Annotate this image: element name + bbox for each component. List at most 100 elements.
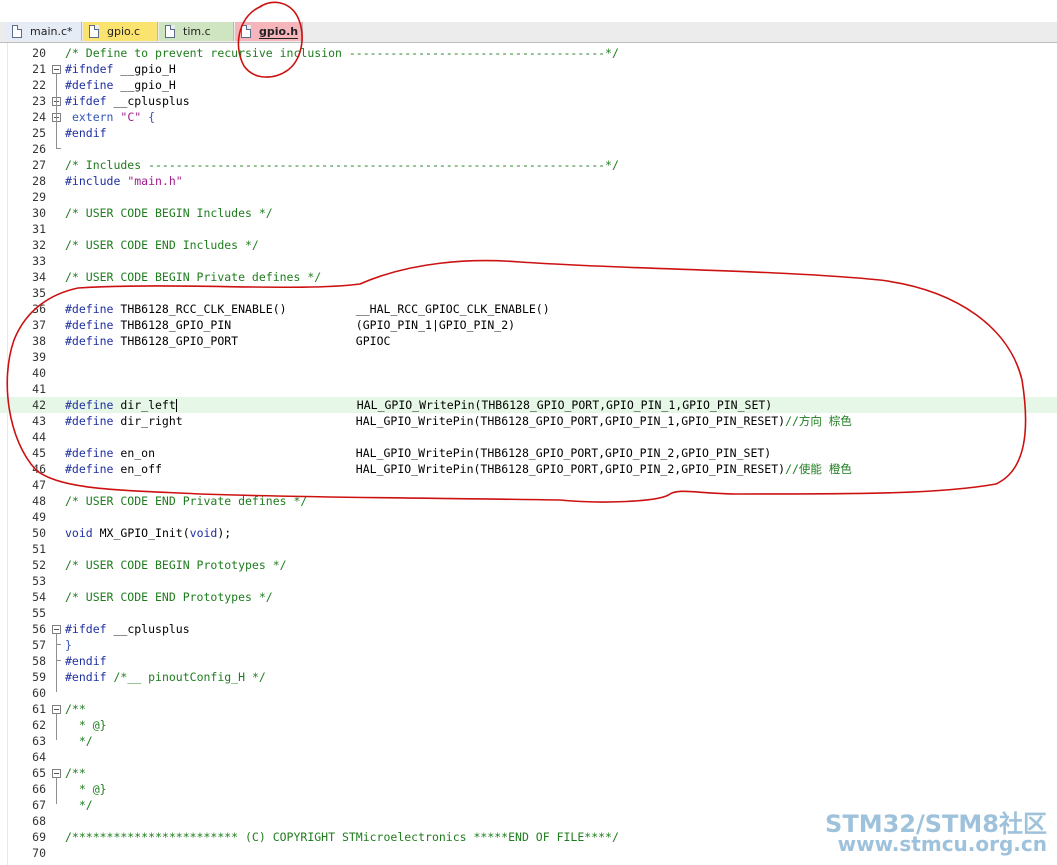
line-number: 51: [32, 542, 46, 556]
line-number: 44: [32, 430, 46, 444]
code-line[interactable]: 55: [0, 605, 1057, 621]
code-line[interactable]: 64: [0, 749, 1057, 765]
code-line[interactable]: 23 #ifdef __cplusplus: [0, 93, 1057, 109]
line-number: 21: [32, 62, 46, 76]
code-line[interactable]: 22 #define __gpio_H: [0, 77, 1057, 93]
code-text: /* USER CODE BEGIN Private defines */: [65, 270, 322, 284]
code-line[interactable]: 33: [0, 253, 1057, 269]
code-line[interactable]: 51: [0, 541, 1057, 557]
code-line[interactable]: 48 /* USER CODE END Private defines */: [0, 493, 1057, 509]
code-text: /* USER CODE END Private defines */: [65, 494, 308, 508]
line-number: 62: [32, 718, 46, 732]
tab-label: tim.c: [183, 25, 211, 38]
code-editor[interactable]: 20 /* Define to prevent recursive inclusi…: [0, 45, 1057, 861]
tab-gpio-h-active[interactable]: gpio.h: [235, 22, 303, 41]
tab-tim-c[interactable]: tim.c: [159, 22, 234, 41]
code-line[interactable]: 20 /* Define to prevent recursive inclusi…: [0, 45, 1057, 61]
code-line[interactable]: 58 #endif: [0, 653, 1057, 669]
code-line[interactable]: 47: [0, 477, 1057, 493]
code-line[interactable]: 25 #endif: [0, 125, 1057, 141]
code-line[interactable]: 27 /* Includes --------------------------…: [0, 157, 1057, 173]
code-line[interactable]: 52 /* USER CODE BEGIN Prototypes */: [0, 557, 1057, 573]
fold-toggle-icon[interactable]: [52, 65, 61, 74]
line-number: 38: [32, 334, 46, 348]
line-number: 24: [32, 110, 46, 124]
code-text: #ifndef __gpio_H: [65, 62, 176, 76]
code-line[interactable]: 32 /* USER CODE END Includes */: [0, 237, 1057, 253]
line-number: 26: [32, 142, 46, 156]
code-line[interactable]: 24 extern "C" {: [0, 109, 1057, 125]
fold-range-bar: [56, 778, 57, 804]
code-line[interactable]: 59 #endif /*__ pinoutConfig_H */: [0, 669, 1057, 685]
code-line[interactable]: 66 * @}: [0, 781, 1057, 797]
code-line[interactable]: 65 /**: [0, 765, 1057, 781]
code-line[interactable]: 35: [0, 285, 1057, 301]
code-text: #define en_off HAL_GPIO_WritePin(THB6128…: [65, 462, 852, 476]
code-line[interactable]: 56 #ifdef __cplusplus: [0, 621, 1057, 637]
line-number: 59: [32, 670, 46, 684]
code-line[interactable]: 41: [0, 381, 1057, 397]
line-number: 36: [32, 302, 46, 316]
file-icon: [241, 25, 251, 38]
code-line[interactable]: 49: [0, 509, 1057, 525]
line-number: 69: [32, 830, 46, 844]
code-text: extern "C" {: [71, 110, 156, 124]
code-line[interactable]: 45 #define en_on HAL_GPIO_WritePin(THB612…: [0, 445, 1057, 461]
line-number: 29: [32, 190, 46, 204]
code-text: #ifdef __cplusplus: [65, 622, 190, 636]
code-line[interactable]: 46 #define en_off HAL_GPIO_WritePin(THB61…: [0, 461, 1057, 477]
line-number: 49: [32, 510, 46, 524]
fold-toggle-icon[interactable]: [52, 625, 61, 634]
code-line[interactable]: 36 #define THB6128_RCC_CLK_ENABLE() __HAL…: [0, 301, 1057, 317]
code-line[interactable]: 26: [0, 141, 1057, 157]
code-line[interactable]: 37 #define THB6128_GPIO_PIN (GPIO_PIN_1|G…: [0, 317, 1057, 333]
code-line[interactable]: 28 #include "main.h": [0, 173, 1057, 189]
code-line[interactable]: 38 #define THB6128_GPIO_PORT GPIOC: [0, 333, 1057, 349]
fold-toggle-icon[interactable]: [52, 705, 61, 714]
code-text: #endif: [65, 126, 107, 140]
line-number: 48: [32, 494, 46, 508]
watermark-url: www.stmcu.org.cn: [837, 832, 1047, 856]
tab-label: gpio.h: [259, 24, 299, 39]
line-number: 64: [32, 750, 46, 764]
code-line[interactable]: 62 * @}: [0, 717, 1057, 733]
line-number: 45: [32, 446, 46, 460]
code-line[interactable]: 40: [0, 365, 1057, 381]
line-number: 41: [32, 382, 46, 396]
code-line[interactable]: 29: [0, 189, 1057, 205]
code-line[interactable]: 30 /* USER CODE BEGIN Includes */: [0, 205, 1057, 221]
fold-toggle-icon[interactable]: [52, 769, 61, 778]
line-number: 57: [32, 638, 46, 652]
code-line[interactable]: 21 #ifndef __gpio_H: [0, 61, 1057, 77]
code-line[interactable]: 31: [0, 221, 1057, 237]
fold-range-bar: [56, 634, 57, 692]
code-line[interactable]: 39: [0, 349, 1057, 365]
code-line[interactable]: 42 #define dir_left HAL_GPIO_WritePin(THB…: [0, 397, 1057, 413]
tab-main-c[interactable]: main.c*: [6, 22, 82, 41]
code-line[interactable]: 54 /* USER CODE END Prototypes */: [0, 589, 1057, 605]
code-line[interactable]: 63 */: [0, 733, 1057, 749]
file-icon: [12, 25, 22, 38]
code-line[interactable]: 43 #define dir_right HAL_GPIO_WritePin(TH…: [0, 413, 1057, 429]
fold-range-bar: [56, 714, 57, 740]
code-text: #ifdef __cplusplus: [65, 94, 190, 108]
code-text: /* USER CODE BEGIN Prototypes */: [65, 558, 287, 572]
code-line[interactable]: 34 /* USER CODE BEGIN Private defines */: [0, 269, 1057, 285]
line-number: 53: [32, 574, 46, 588]
code-text: #endif: [65, 654, 107, 668]
code-text: #define THB6128_GPIO_PIN (GPIO_PIN_1|GPI…: [65, 318, 516, 332]
line-number: 32: [32, 238, 46, 252]
code-text: #define en_on HAL_GPIO_WritePin(THB6128_…: [65, 446, 772, 460]
code-line[interactable]: 61 /**: [0, 701, 1057, 717]
code-line[interactable]: 60: [0, 685, 1057, 701]
line-number: 61: [32, 702, 46, 716]
code-text: */: [65, 798, 93, 812]
line-number: 42: [32, 398, 46, 412]
line-number: 65: [32, 766, 46, 780]
code-line[interactable]: 53: [0, 573, 1057, 589]
code-line[interactable]: 50 void MX_GPIO_Init(void);: [0, 525, 1057, 541]
code-line[interactable]: 57}: [0, 637, 1057, 653]
line-number: 43: [32, 414, 46, 428]
tab-gpio-c[interactable]: gpio.c: [83, 22, 158, 41]
code-line[interactable]: 44: [0, 429, 1057, 445]
